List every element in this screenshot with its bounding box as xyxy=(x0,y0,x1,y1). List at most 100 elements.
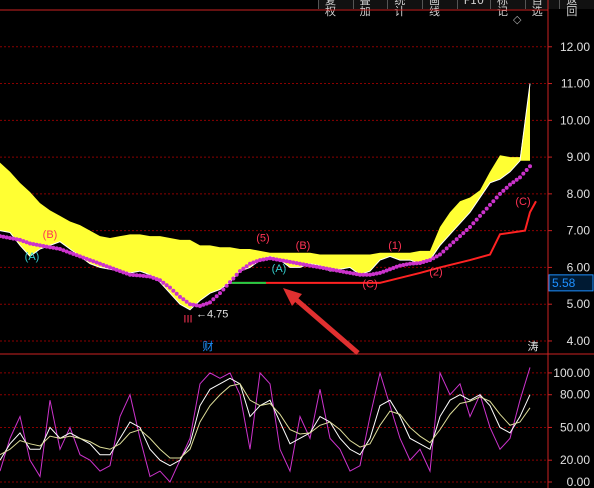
average-dot xyxy=(481,210,486,215)
average-dot xyxy=(524,167,529,172)
average-dot xyxy=(234,272,239,277)
average-dot xyxy=(494,195,499,200)
average-dot xyxy=(158,278,162,283)
average-dot xyxy=(164,283,169,288)
average-dot xyxy=(458,234,462,239)
average-dot xyxy=(471,221,476,226)
average-dot xyxy=(184,299,189,304)
average-dot xyxy=(491,199,496,204)
average-dot xyxy=(511,180,516,185)
wave-label: (B) xyxy=(296,240,311,252)
average-dot xyxy=(451,240,456,245)
average-dot xyxy=(258,258,262,263)
average-dot xyxy=(274,257,279,262)
average-dot xyxy=(224,283,229,288)
y-tick-label: 8.00 xyxy=(567,187,591,201)
average-dot xyxy=(194,303,199,308)
average-dot xyxy=(181,297,186,302)
wave-label: (A) xyxy=(272,263,287,275)
average-dot xyxy=(11,236,16,241)
average-dot xyxy=(464,228,469,233)
average-dot xyxy=(168,285,172,290)
average-dot xyxy=(341,269,346,274)
average-dot xyxy=(44,244,49,249)
average-dot xyxy=(161,280,166,285)
average-dot xyxy=(528,164,532,169)
y-tick-label: 7.00 xyxy=(567,224,591,238)
average-dot xyxy=(14,237,19,242)
y-tick-label: 6.00 xyxy=(567,260,591,274)
average-dot xyxy=(441,249,446,254)
current-price-label: 5.58 xyxy=(552,276,576,290)
average-dot xyxy=(468,224,472,229)
average-dot xyxy=(314,264,319,269)
average-dot xyxy=(218,291,222,296)
average-dot xyxy=(231,276,236,281)
wave-label: (2) xyxy=(429,267,442,279)
average-dot xyxy=(461,231,466,236)
average-dot xyxy=(518,175,522,180)
average-dot xyxy=(504,185,509,190)
average-dot xyxy=(28,241,32,246)
average-dot xyxy=(488,202,492,207)
average-dot xyxy=(8,236,12,240)
average-dot xyxy=(324,266,329,271)
wave-label: (1) xyxy=(388,240,401,252)
average-dot xyxy=(321,266,326,271)
average-dot xyxy=(171,288,176,293)
average-dot xyxy=(318,265,322,270)
y-tick-label: 100.00 xyxy=(553,366,590,380)
oscillator-line xyxy=(0,367,531,483)
wave-label: (C) xyxy=(362,279,377,291)
average-dot xyxy=(214,294,219,299)
average-dot xyxy=(174,291,179,296)
average-dot xyxy=(351,271,356,276)
average-dot xyxy=(344,270,349,275)
average-dot xyxy=(311,264,316,269)
average-dot xyxy=(54,246,59,251)
y-tick-label: 9.00 xyxy=(567,150,591,164)
average-dot xyxy=(404,262,409,267)
average-dot xyxy=(178,294,182,299)
average-dot xyxy=(484,206,489,211)
average-dot xyxy=(261,257,266,262)
average-dot xyxy=(498,191,502,196)
average-dot xyxy=(268,256,272,261)
average-dot xyxy=(348,270,352,275)
average-dot xyxy=(354,272,359,277)
average-dot xyxy=(278,258,282,263)
average-dot xyxy=(4,235,9,240)
average-dot xyxy=(211,297,216,302)
average-dot xyxy=(521,171,526,176)
low-price-label: ←4.75 xyxy=(196,308,228,320)
average-dot xyxy=(401,262,406,267)
average-dot xyxy=(264,256,269,261)
y-tick-label: 4.00 xyxy=(567,334,591,348)
average-dot xyxy=(241,266,246,271)
average-dot xyxy=(191,302,196,307)
average-dot xyxy=(474,217,479,222)
wave-label: (C) xyxy=(515,196,530,208)
average-dot xyxy=(501,188,506,193)
y-tick-label: 80.00 xyxy=(560,388,590,402)
y-tick-label: 0.00 xyxy=(567,475,591,488)
wave-label: (A) xyxy=(25,251,40,263)
stock-chart: 12.00 11.00 10.00 9.00 8.00 7.00 6.00 5.00 4.00 1… xyxy=(0,0,594,488)
average-dot xyxy=(38,243,42,248)
yellow-band xyxy=(0,83,530,310)
average-dot xyxy=(238,269,242,274)
average-dot xyxy=(514,177,519,182)
average-dot xyxy=(244,264,249,269)
average-dot xyxy=(304,262,309,267)
average-dot xyxy=(288,259,292,264)
average-dot xyxy=(221,287,226,292)
average-dot xyxy=(508,182,512,187)
average-dot xyxy=(271,256,276,261)
wave-label: 涛 xyxy=(528,339,539,353)
wave-label: 财 xyxy=(203,339,214,353)
average-dot xyxy=(301,262,306,267)
average-dot xyxy=(374,271,379,276)
y-tick-label: 10.00 xyxy=(560,113,590,127)
average-dot xyxy=(334,268,339,273)
average-dot xyxy=(331,267,336,272)
